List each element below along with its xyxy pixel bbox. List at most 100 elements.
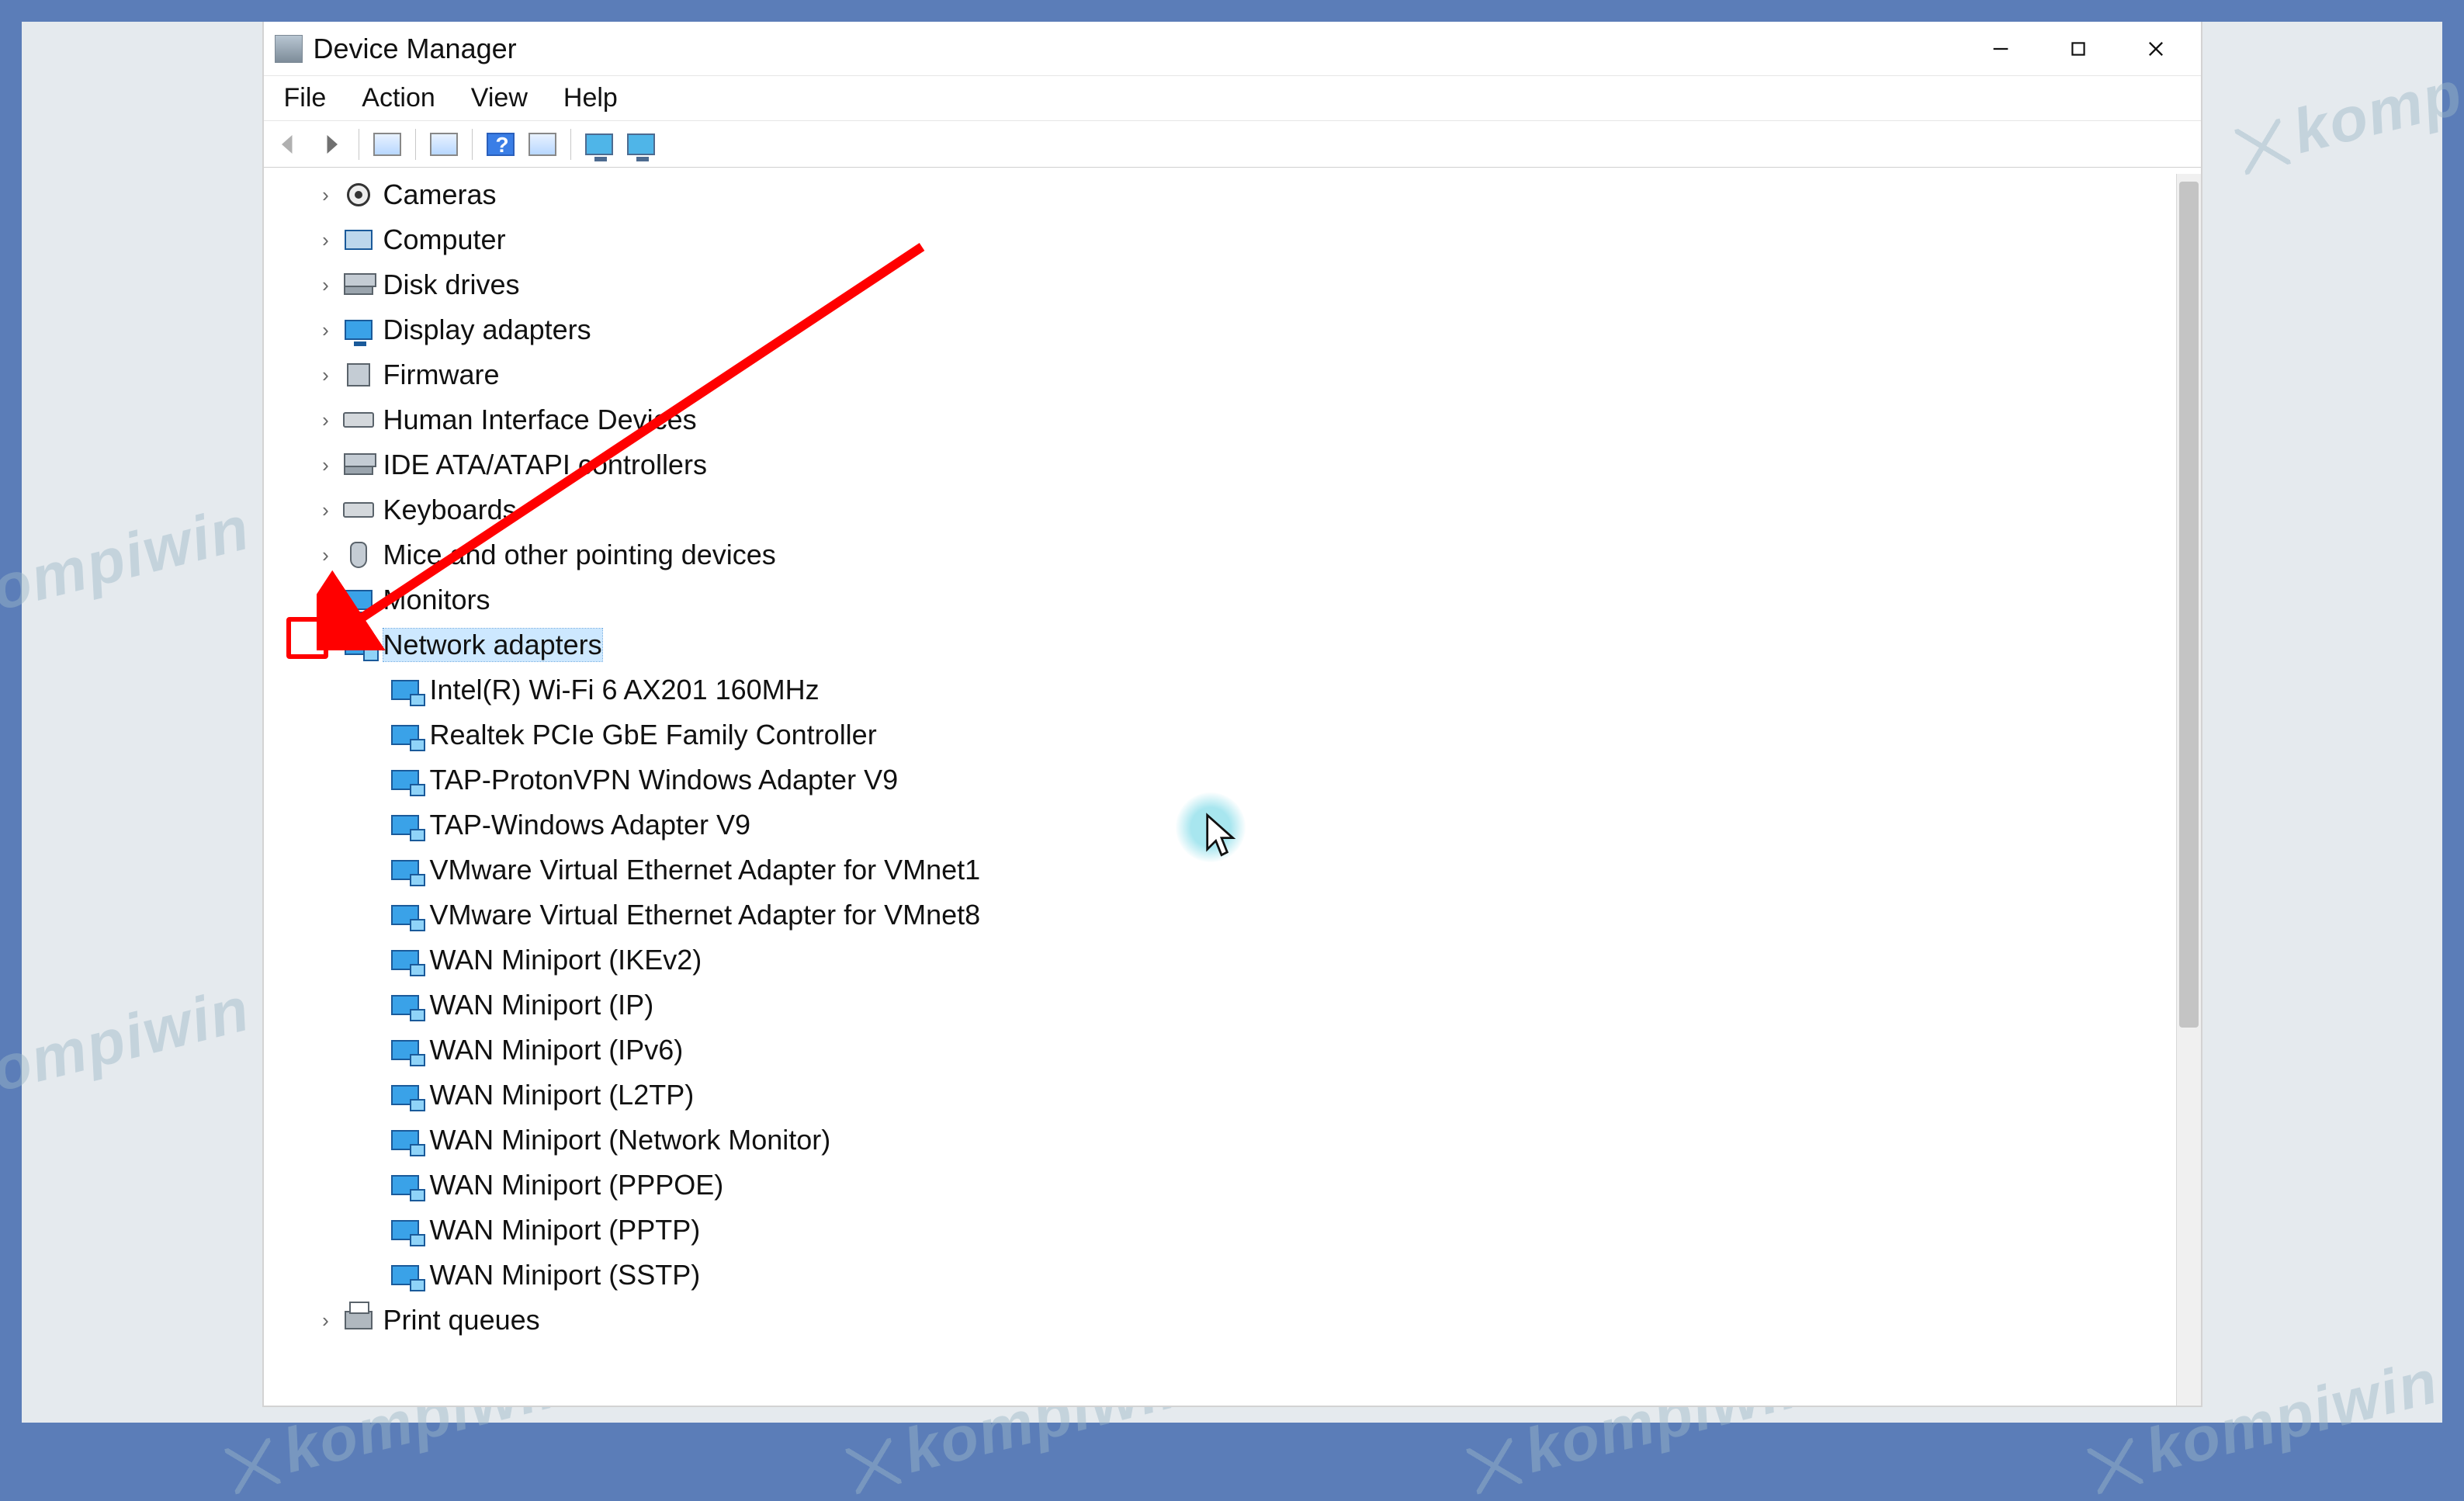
tree-node-label: Mice and other pointing devices (383, 539, 776, 571)
tree-node[interactable]: › Keyboards (310, 487, 2201, 532)
tree-node[interactable]: › Display adapters (310, 307, 2201, 352)
network-adapter-icon (388, 1258, 422, 1292)
toolbar-add-hardware-button[interactable] (580, 127, 618, 162)
device-category-icon (341, 223, 376, 257)
device-category-icon (341, 178, 376, 212)
network-adapter-icon (388, 988, 422, 1022)
tree-leaf-label: VMware Virtual Ethernet Adapter for VMne… (430, 854, 981, 886)
network-adapter-icon (388, 1078, 422, 1112)
chevron-right-icon[interactable]: › (310, 318, 341, 342)
tree-leaf[interactable]: › WAN Miniport (IKEv2) (310, 938, 2201, 983)
device-category-icon (341, 358, 376, 392)
tree-leaf-label: WAN Miniport (IKEv2) (430, 944, 702, 976)
window-controls (1962, 26, 2195, 72)
chevron-right-icon[interactable]: › (310, 228, 341, 252)
network-adapter-icon (388, 673, 422, 707)
tree-leaf-label: Intel(R) Wi-Fi 6 AX201 160MHz (430, 674, 820, 706)
titlebar[interactable]: Device Manager (264, 22, 2201, 76)
network-adapter-icon (388, 853, 422, 887)
tree-leaf-label: WAN Miniport (PPTP) (430, 1214, 701, 1246)
tree-node[interactable]: › Cameras (310, 172, 2201, 217)
toolbar-separator (415, 129, 416, 160)
annotation-highlight-box (286, 617, 328, 659)
tree-leaf[interactable]: › WAN Miniport (PPPOE) (310, 1163, 2201, 1208)
tree-leaf-label: VMware Virtual Ethernet Adapter for VMne… (430, 899, 981, 931)
chevron-right-icon[interactable]: › (310, 543, 341, 567)
network-adapter-icon (341, 628, 376, 662)
tree-leaf[interactable]: › VMware Virtual Ethernet Adapter for VM… (310, 848, 2201, 893)
tree-node-label: Display adapters (383, 314, 591, 346)
toolbar-show-hidden-button[interactable] (369, 127, 406, 162)
network-adapter-icon (388, 1033, 422, 1067)
network-adapter-icon (388, 808, 422, 842)
chevron-right-icon[interactable]: › (310, 183, 341, 207)
cursor-icon (1204, 812, 1239, 858)
minimize-button[interactable] (1962, 26, 2039, 72)
tree-leaf[interactable]: › VMware Virtual Ethernet Adapter for VM… (310, 893, 2201, 938)
tree-node[interactable]: › Computer (310, 217, 2201, 262)
tree-leaf[interactable]: › WAN Miniport (IP) (310, 983, 2201, 1028)
chevron-right-icon[interactable]: › (310, 363, 341, 387)
maximize-button[interactable] (2039, 26, 2117, 72)
toolbar-back-button[interactable] (270, 127, 307, 162)
menu-file[interactable]: File (278, 78, 333, 118)
tree-leaf[interactable]: › TAP-ProtonVPN Windows Adapter V9 (310, 757, 2201, 802)
toolbar-scan-button[interactable] (524, 127, 561, 162)
toolbar-properties-button[interactable] (425, 127, 463, 162)
network-adapter-icon (388, 1213, 422, 1247)
chevron-right-icon[interactable]: › (310, 408, 341, 432)
toolbar-forward-button[interactable] (312, 127, 349, 162)
page-background: kompiwin kompiwin kompiwin kompiwin komp… (22, 22, 2442, 1423)
watermark: kompiwin (2230, 26, 2464, 182)
menu-help[interactable]: Help (557, 78, 624, 118)
device-category-icon (341, 403, 376, 437)
tree-leaf[interactable]: › WAN Miniport (SSTP) (310, 1253, 2201, 1298)
menu-action[interactable]: Action (355, 78, 442, 118)
toolbar-help-button[interactable] (482, 127, 519, 162)
toolbar-view-button[interactable] (622, 127, 660, 162)
tree-leaf[interactable]: › Intel(R) Wi-Fi 6 AX201 160MHz (310, 667, 2201, 712)
chevron-right-icon[interactable]: › (310, 273, 341, 297)
tree-leaf[interactable]: › WAN Miniport (L2TP) (310, 1073, 2201, 1118)
tree-leaf-label: TAP-Windows Adapter V9 (430, 809, 751, 841)
tree-node-label: Network adapters (383, 629, 602, 661)
device-tree-pane[interactable]: › Cameras › Computer › Disk drives › Dis… (264, 168, 2201, 1406)
chevron-right-icon[interactable]: › (310, 498, 341, 522)
chevron-right-icon[interactable]: › (310, 453, 341, 477)
tree-leaf[interactable]: › Realtek PCIe GbE Family Controller (310, 712, 2201, 757)
close-icon (2145, 38, 2167, 60)
tree-node-label: Keyboards (383, 494, 517, 526)
tree-node-label: Print queues (383, 1304, 540, 1336)
close-button[interactable] (2117, 26, 2195, 72)
tree-node[interactable]: › Monitors (310, 577, 2201, 622)
tree-node[interactable]: › Human Interface Devices (310, 397, 2201, 442)
chevron-right-icon[interactable]: › (310, 588, 341, 612)
tree-node[interactable]: › IDE ATA/ATAPI controllers (310, 442, 2201, 487)
tree-node[interactable]: › Mice and other pointing devices (310, 532, 2201, 577)
device-category-icon (341, 493, 376, 527)
add-hardware-icon (585, 133, 613, 155)
network-adapter-icon (388, 943, 422, 977)
device-category-icon (341, 1303, 376, 1337)
tree-node-network-adapters[interactable]: ⌄ Network adapters (310, 622, 2201, 667)
tree-node[interactable]: › Print queues (310, 1298, 2201, 1343)
tree-node[interactable]: › Firmware (310, 352, 2201, 397)
menu-view[interactable]: View (465, 78, 534, 118)
chevron-right-icon[interactable]: › (310, 1309, 341, 1333)
menubar: File Action View Help (264, 76, 2201, 121)
tree-leaf[interactable]: › WAN Miniport (IPv6) (310, 1028, 2201, 1073)
maximize-icon (2068, 39, 2088, 59)
tree-leaf[interactable]: › WAN Miniport (PPTP) (310, 1208, 2201, 1253)
tree-leaf[interactable]: › TAP-Windows Adapter V9 (310, 802, 2201, 848)
tree-node-label: Monitors (383, 584, 490, 616)
device-category-icon (341, 448, 376, 482)
scan-hardware-icon (528, 133, 556, 156)
tree-node-label: Firmware (383, 359, 500, 391)
tree-leaf[interactable]: › WAN Miniport (Network Monitor) (310, 1118, 2201, 1163)
network-adapter-icon (388, 1168, 422, 1202)
scrollbar-thumb[interactable] (2179, 182, 2199, 1028)
tree-node-label: Disk drives (383, 269, 520, 301)
device-category-icon (341, 583, 376, 617)
tree-node[interactable]: › Disk drives (310, 262, 2201, 307)
vertical-scrollbar[interactable] (2176, 174, 2201, 1406)
